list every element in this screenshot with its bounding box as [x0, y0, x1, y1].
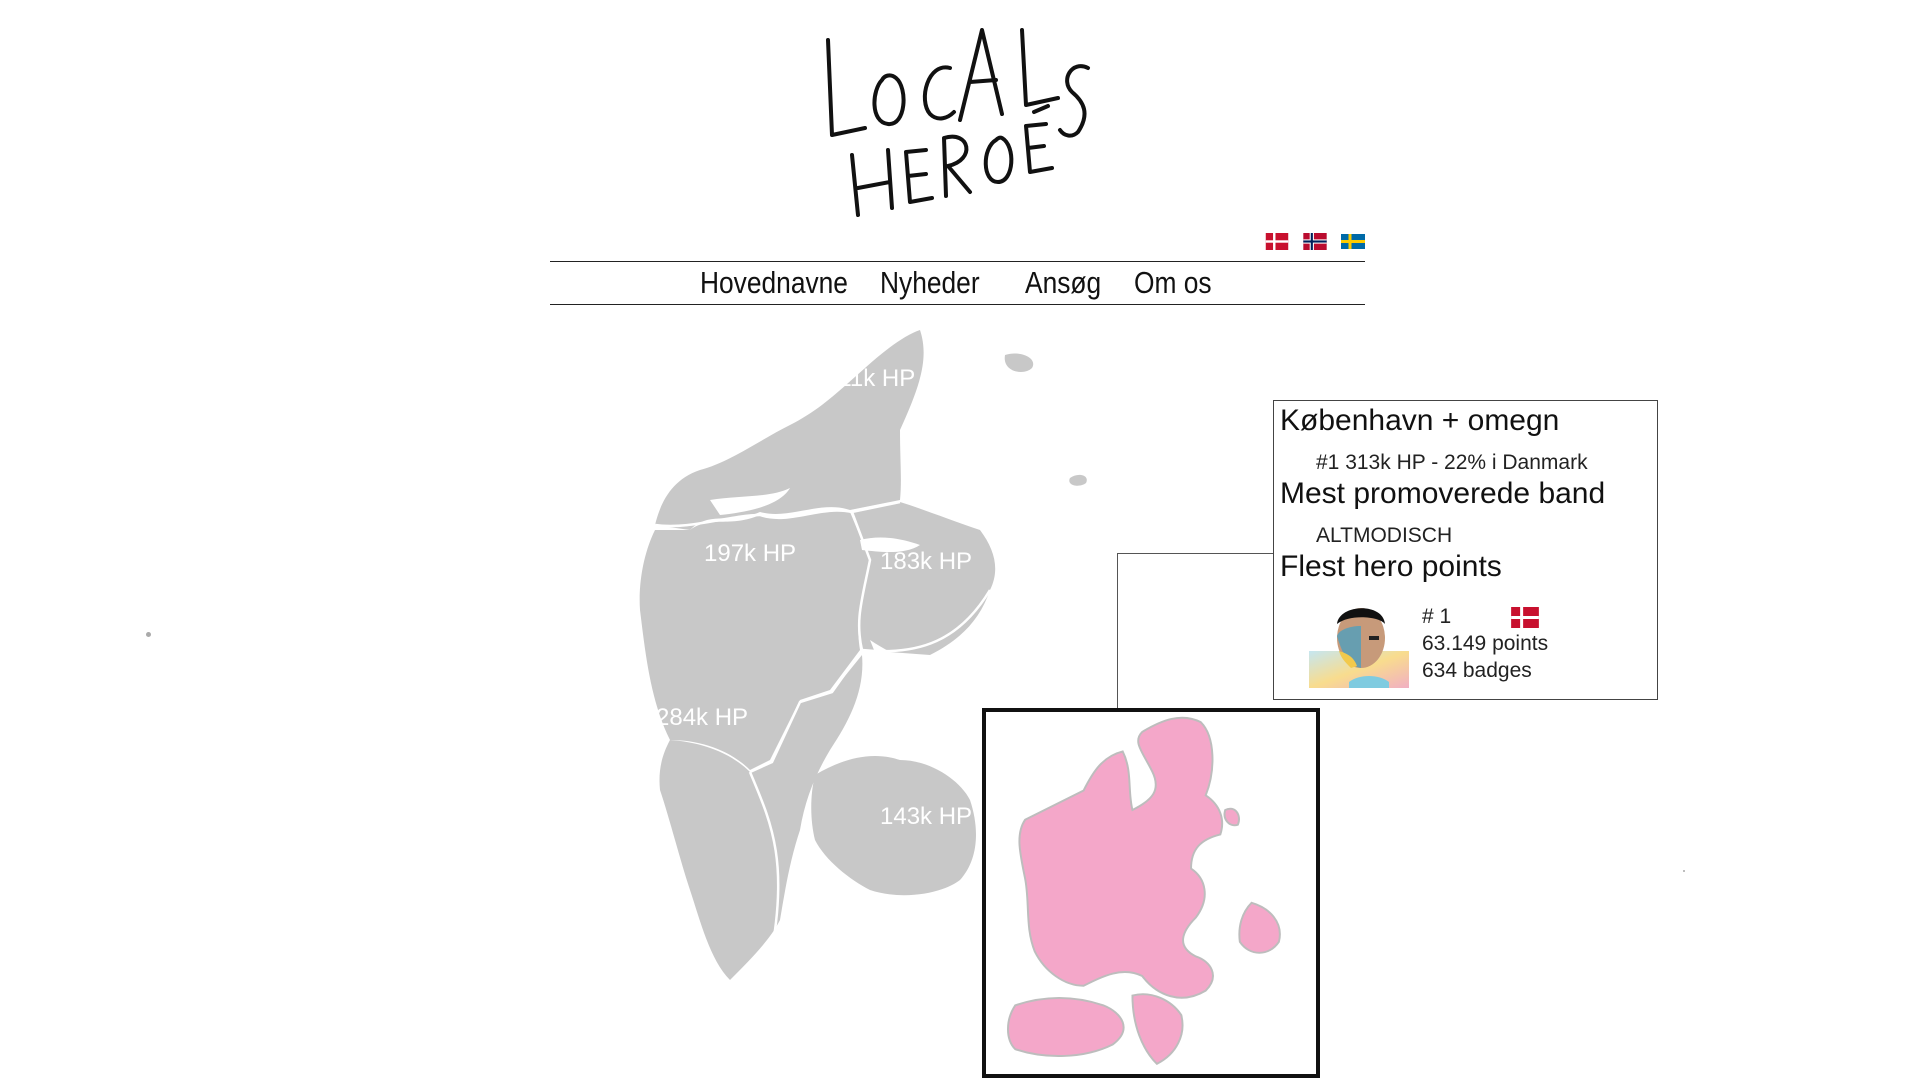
- hero-avatar[interactable]: [1309, 596, 1409, 688]
- band-name[interactable]: ALTMODISCH: [1316, 524, 1452, 548]
- region-title: København + omegn: [1280, 404, 1560, 437]
- connector-line: [1117, 553, 1118, 708]
- region-ostjylland: [852, 502, 996, 655]
- decorative-dot: [146, 632, 151, 637]
- language-selector: [1265, 233, 1365, 250]
- hero-badges: 634 badges: [1422, 659, 1532, 682]
- region-nordjylland: [655, 330, 924, 530]
- nav-item-ansog[interactable]: Ansøg: [1025, 262, 1101, 304]
- denmark-flag-icon: [1511, 607, 1539, 628]
- band-title: Mest promoverede band: [1280, 477, 1606, 510]
- main-navigation: Hovednavne Nyheder Ansøg Om os: [550, 261, 1365, 305]
- region-label-midtjylland: 197k HP: [704, 540, 797, 567]
- hero-rank: # 1: [1422, 605, 1452, 628]
- region-label-syddanmark: 284k HP: [656, 704, 749, 731]
- region-label-nordjylland: 211k HP: [825, 365, 916, 392]
- connector-line: [1117, 553, 1273, 554]
- region-label-ostjylland: 183k HP: [880, 548, 973, 575]
- zoomed-region-kobenhavn[interactable]: [982, 708, 1320, 1078]
- norway-flag-icon[interactable]: [1303, 233, 1327, 250]
- region-stats: #1 313k HP - 22% i Danmark: [1316, 451, 1588, 474]
- nav-item-om-os[interactable]: Om os: [1134, 262, 1212, 304]
- hero-points: 63.149 points: [1422, 632, 1549, 655]
- region-label-fyn: 143k HP: [880, 803, 973, 830]
- sweden-flag-icon[interactable]: [1341, 233, 1365, 250]
- nav-item-hovednavne[interactable]: Hovednavne: [700, 262, 848, 304]
- nav-item-nyheder[interactable]: Nyheder: [880, 262, 980, 304]
- hero-title: Flest hero points: [1280, 550, 1502, 583]
- region-info-panel: København + omegn #1 313k HP - 22% i Dan…: [1273, 400, 1658, 700]
- denmark-flag-icon[interactable]: [1265, 233, 1289, 250]
- local-heroes-logo[interactable]: [810, 10, 1100, 225]
- decorative-dot: [1683, 870, 1685, 872]
